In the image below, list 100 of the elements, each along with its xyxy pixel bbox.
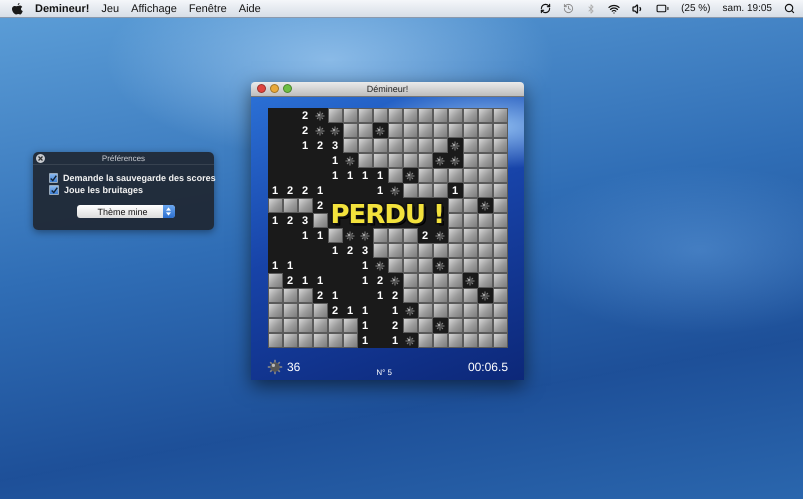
menu-item[interactable]: Aide [238,2,261,14]
covered-tile[interactable] [372,228,388,243]
covered-tile[interactable] [268,273,282,288]
covered-tile[interactable] [402,243,418,258]
covered-tile[interactable] [388,153,402,168]
covered-tile[interactable] [402,108,418,123]
covered-tile[interactable] [312,213,328,228]
covered-tile[interactable] [418,138,432,153]
covered-tile[interactable] [402,318,418,333]
covered-tile[interactable] [312,318,328,333]
covered-tile[interactable] [462,228,478,243]
covered-tile[interactable] [312,333,328,348]
covered-tile[interactable] [282,303,298,318]
minimize-button[interactable] [270,84,279,93]
covered-tile[interactable] [492,153,508,168]
clock-icon[interactable] [563,3,574,14]
covered-tile[interactable] [358,108,372,123]
covered-tile[interactable] [462,108,478,123]
covered-tile[interactable] [478,183,492,198]
covered-tile[interactable] [358,138,372,153]
covered-tile[interactable] [418,123,432,138]
covered-tile[interactable] [492,318,508,333]
covered-tile[interactable] [432,303,448,318]
covered-tile[interactable] [492,198,508,213]
covered-tile[interactable] [478,333,492,348]
covered-tile[interactable] [432,273,448,288]
covered-tile[interactable] [448,168,462,183]
covered-tile[interactable] [372,108,388,123]
close-button[interactable] [257,84,266,93]
covered-tile[interactable] [358,123,372,138]
battery-icon[interactable] [656,2,670,15]
covered-tile[interactable] [492,168,508,183]
covered-tile[interactable] [448,108,462,123]
covered-tile[interactable] [328,108,342,123]
apple-icon[interactable] [12,2,23,14]
covered-tile[interactable] [462,213,478,228]
covered-tile[interactable] [418,243,432,258]
menu-item[interactable]: Affichage [131,2,177,14]
covered-tile[interactable] [462,123,478,138]
covered-tile[interactable] [448,243,462,258]
covered-tile[interactable] [432,138,448,153]
covered-tile[interactable] [388,108,402,123]
close-button[interactable] [36,154,45,163]
covered-tile[interactable] [462,243,478,258]
zoom-button[interactable] [283,84,292,93]
covered-tile[interactable] [448,198,462,213]
covered-tile[interactable] [402,228,418,243]
app-menu[interactable]: Demineur! [35,2,90,14]
covered-tile[interactable] [432,243,448,258]
covered-tile[interactable] [342,333,358,348]
covered-tile[interactable] [492,333,508,348]
covered-tile[interactable] [388,258,402,273]
covered-tile[interactable] [372,153,388,168]
covered-tile[interactable] [448,318,462,333]
covered-tile[interactable] [388,168,402,183]
covered-tile[interactable] [462,138,478,153]
covered-tile[interactable] [492,243,508,258]
theme-popup[interactable]: Thème mine [76,205,174,218]
covered-tile[interactable] [432,183,448,198]
covered-tile[interactable] [402,123,418,138]
covered-tile[interactable] [462,198,478,213]
covered-tile[interactable] [462,153,478,168]
search-icon[interactable] [784,3,795,14]
covered-tile[interactable] [462,288,478,303]
covered-tile[interactable] [432,333,448,348]
covered-tile[interactable] [328,333,342,348]
covered-tile[interactable] [478,273,492,288]
covered-tile[interactable] [418,258,432,273]
covered-tile[interactable] [388,123,402,138]
covered-tile[interactable] [448,288,462,303]
covered-tile[interactable] [478,318,492,333]
covered-tile[interactable] [462,258,478,273]
covered-tile[interactable] [388,138,402,153]
covered-tile[interactable] [372,138,388,153]
covered-tile[interactable] [268,288,282,303]
covered-tile[interactable] [492,183,508,198]
covered-tile[interactable] [418,273,432,288]
covered-tile[interactable] [282,318,298,333]
covered-tile[interactable] [462,333,478,348]
covered-tile[interactable] [418,153,432,168]
menu-item[interactable]: Jeu [101,2,120,14]
covered-tile[interactable] [358,153,372,168]
covered-tile[interactable] [342,318,358,333]
covered-tile[interactable] [402,258,418,273]
covered-tile[interactable] [312,303,328,318]
covered-tile[interactable] [478,138,492,153]
clock[interactable]: sam. 19:05 [722,3,772,14]
covered-tile[interactable] [268,198,282,213]
covered-tile[interactable] [432,168,448,183]
covered-tile[interactable] [492,123,508,138]
covered-tile[interactable] [298,288,312,303]
covered-tile[interactable] [372,243,388,258]
covered-tile[interactable] [298,198,312,213]
checkbox[interactable] [49,185,59,195]
covered-tile[interactable] [478,168,492,183]
covered-tile[interactable] [432,288,448,303]
covered-tile[interactable] [462,183,478,198]
covered-tile[interactable] [342,108,358,123]
covered-tile[interactable] [418,183,432,198]
covered-tile[interactable] [402,153,418,168]
